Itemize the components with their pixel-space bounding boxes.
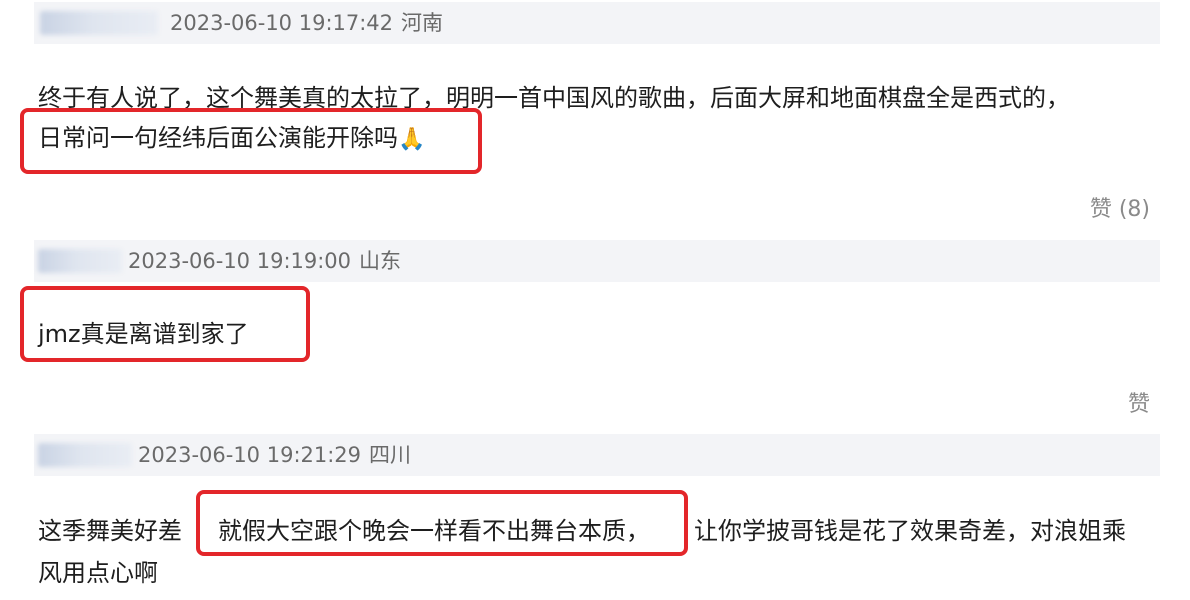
comment-2-highlight-box [20,286,310,362]
comment-2-like-button[interactable]: 赞 [1128,386,1150,418]
comment-3-line-1-after: 让你学披哥钱是花了效果奇差，对浪姐乘 [694,517,1126,545]
comment-1-meta: 2023-06-10 19:17:42 河南 [170,2,443,44]
comment-3-timestamp: 2023-06-10 19:21:29 [138,443,362,467]
comment-1-location: 河南 [401,11,444,35]
comment-1-like-button[interactable]: 赞 (8) [1090,191,1150,223]
comment-3-header: 2023-06-10 19:21:29 四川 [34,434,1160,476]
comment-2-meta: 2023-06-10 19:19:00 山东 [128,240,401,282]
comment-3-meta: 2023-06-10 19:21:29 四川 [138,434,411,476]
comment-1-highlight-box [20,108,482,174]
blurred-username [38,443,132,467]
comment-2-header: 2023-06-10 19:19:00 山东 [34,240,1160,282]
blurred-username [38,249,122,273]
comment-1-timestamp: 2023-06-10 19:17:42 [170,11,394,35]
comment-3-highlight-box [196,490,688,556]
blurred-username [40,11,158,35]
comment-3-location: 四川 [369,443,412,467]
comment-2-timestamp: 2023-06-10 19:19:00 [128,249,352,273]
comment-3-line-1-before: 这季舞美好差 [38,517,182,545]
comment-3-line-2: 风用点心啊 [38,559,158,587]
comment-1-header: 2023-06-10 19:17:42 河南 [34,2,1160,44]
comment-2-location: 山东 [359,249,402,273]
